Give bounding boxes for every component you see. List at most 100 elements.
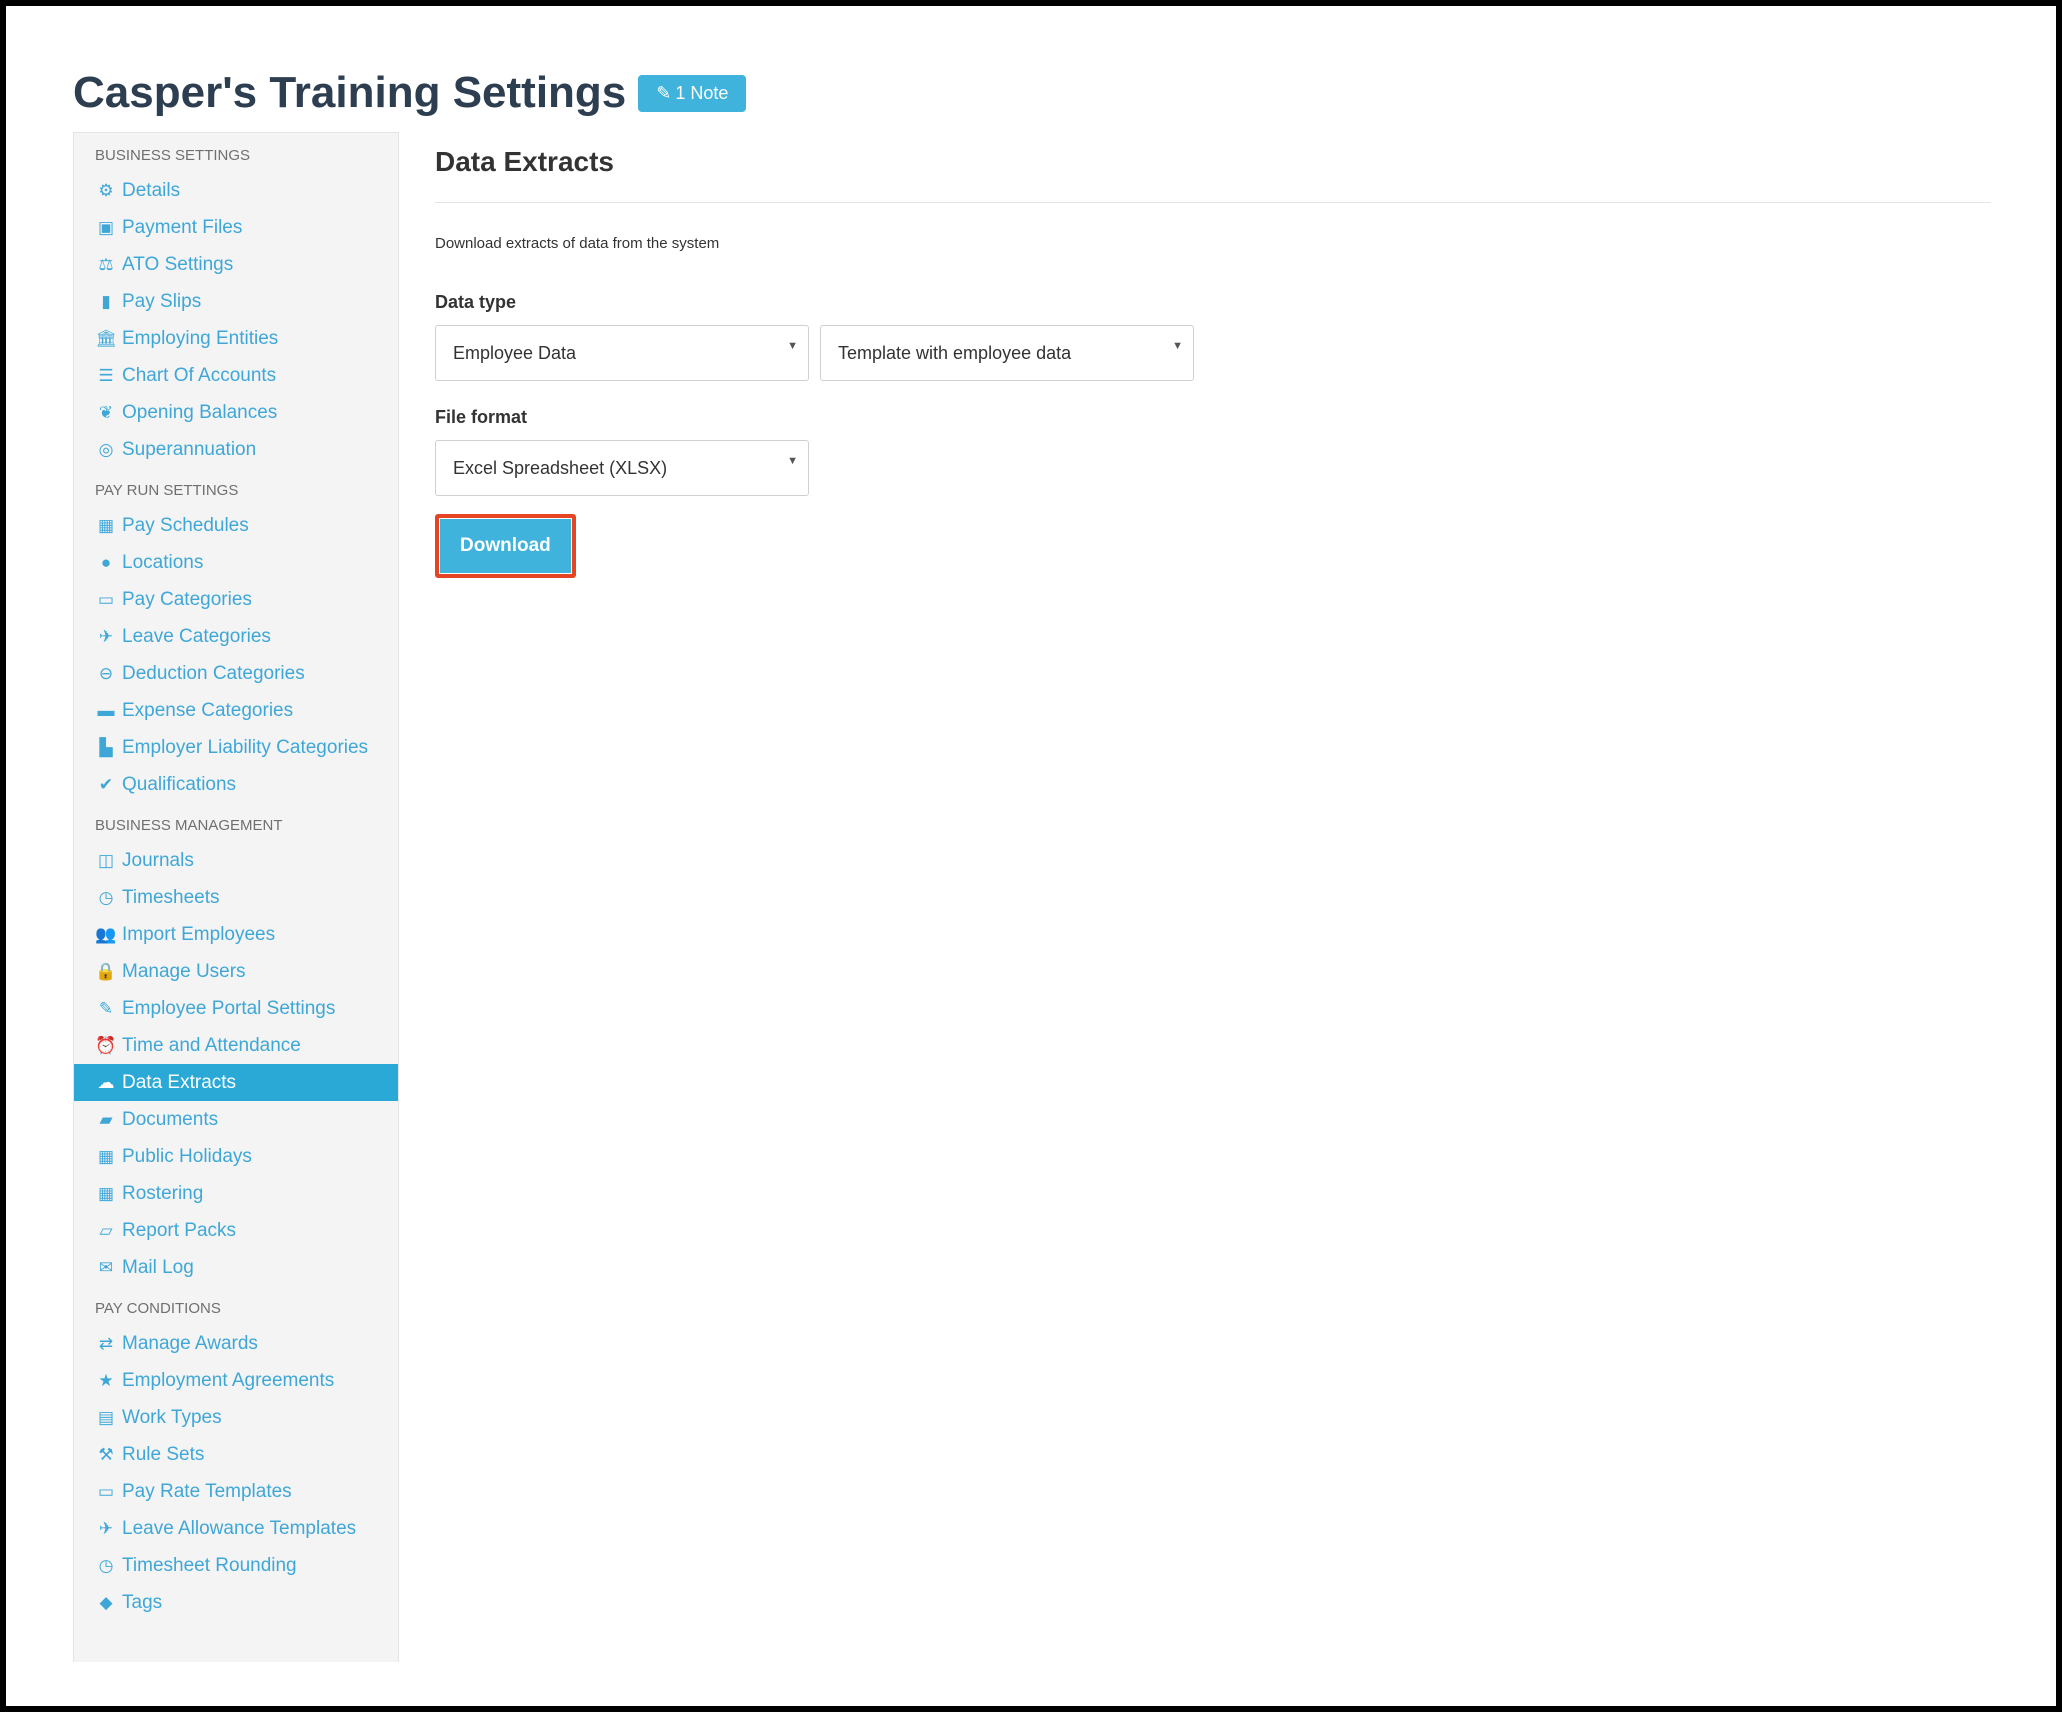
file-format-select[interactable]: Excel Spreadsheet (XLSX) ▼ xyxy=(435,440,809,496)
section-description: Download extracts of data from the syste… xyxy=(435,235,720,252)
sidebar-item-opening-balances[interactable]: ❦ Opening Balances xyxy=(74,394,398,431)
calendar-icon: ▦ xyxy=(97,1146,115,1166)
industry-icon: ▙ xyxy=(99,737,113,757)
cloud-download-icon: ☁ xyxy=(97,1072,115,1092)
template-value: Template with employee data xyxy=(838,342,1072,363)
sidebar-item-public-holidays[interactable]: ▦ Public Holidays xyxy=(74,1138,398,1175)
sidebar-item-label: Work Types xyxy=(122,1406,222,1428)
sidebar-item-data-extracts[interactable]: ☁ Data Extracts xyxy=(74,1064,398,1101)
sidebar-item-pay-slips[interactable]: ▮ Pay Slips xyxy=(74,283,398,320)
sidebar-item-label: Opening Balances xyxy=(122,401,278,423)
star-icon: ★ xyxy=(98,1370,114,1390)
clock-icon: ◷ xyxy=(98,887,114,907)
sidebar-item-deduction-categories[interactable]: ⊖ Deduction Categories xyxy=(74,655,398,692)
sidebar-item-work-types[interactable]: ▤ Work Types xyxy=(74,1399,398,1436)
sidebar-item-journals[interactable]: ◫ Journals xyxy=(74,842,398,879)
money-icon: ▭ xyxy=(97,1481,115,1501)
sidebar-item-rostering[interactable]: ▦ Rostering xyxy=(74,1175,398,1212)
sidebar-item-import-employees[interactable]: 👥 Import Employees xyxy=(74,916,398,953)
sidebar-item-employing-entities[interactable]: 🏛 Employing Entities xyxy=(74,320,398,357)
sidebar-item-leave-allowance-templates[interactable]: ✈ Leave Allowance Templates xyxy=(74,1510,398,1547)
sidebar-item-leave-categories[interactable]: ✈ Leave Categories xyxy=(74,618,398,655)
leaf-icon: ❦ xyxy=(98,402,114,422)
sidebar-item-mail-log[interactable]: ✉ Mail Log xyxy=(74,1249,398,1286)
data-type-value: Employee Data xyxy=(453,342,577,363)
check-icon: ✔ xyxy=(98,774,114,794)
sidebar-item-label: Manage Awards xyxy=(122,1332,258,1354)
list-icon: ☰ xyxy=(98,365,114,385)
archive-icon: ▬ xyxy=(97,700,115,720)
main-content: Data Extracts Download extracts of data … xyxy=(435,146,1991,578)
caret-down-icon: ▼ xyxy=(787,340,798,352)
sidebar-item-label: Pay Rate Templates xyxy=(122,1480,292,1502)
page-title: Casper's Training Settings ✎ 1 Note xyxy=(73,68,747,118)
sidebar-item-employee-portal-settings[interactable]: ✎ Employee Portal Settings xyxy=(74,990,398,1027)
sidebar-section-header: BUSINESS MANAGEMENT xyxy=(95,817,283,834)
sidebar-item-label: Data Extracts xyxy=(122,1071,237,1093)
sidebar-item-pay-categories[interactable]: ▭ Pay Categories xyxy=(74,581,398,618)
file-icon: ▮ xyxy=(101,291,111,311)
page-title-text: Casper's Training Settings xyxy=(73,68,627,117)
sidebar-item-label: Payment Files xyxy=(122,216,243,238)
bank-icon: 🏛 xyxy=(95,328,117,348)
sidebar-item-timesheet-rounding[interactable]: ◷ Timesheet Rounding xyxy=(74,1547,398,1584)
sidebar-item-qualifications[interactable]: ✔ Qualifications xyxy=(74,766,398,803)
sidebar-item-label: Deduction Categories xyxy=(122,662,305,684)
sidebar-item-label: Pay Slips xyxy=(122,290,202,312)
sidebar-item-label: Timesheet Rounding xyxy=(122,1554,297,1576)
magic-wand-icon: ✎ xyxy=(98,998,114,1018)
download-button-highlight: Download xyxy=(435,514,576,578)
sidebar-item-label: Journals xyxy=(122,849,194,871)
sidebar-item-locations[interactable]: ● Locations xyxy=(74,544,398,581)
sidebar-item-label: Tags xyxy=(122,1591,163,1613)
envelope-icon: ✉ xyxy=(98,1257,114,1277)
sidebar-item-label: Leave Allowance Templates xyxy=(122,1517,357,1539)
sidebar-item-label: Chart Of Accounts xyxy=(122,364,277,386)
columns-icon: ◫ xyxy=(97,850,115,870)
sidebar-item-rule-sets[interactable]: ⚒ Rule Sets xyxy=(74,1436,398,1473)
sidebar-item-manage-users[interactable]: 🔒 Manage Users xyxy=(74,953,398,990)
plane-icon: ✈ xyxy=(98,626,114,646)
sidebar-item-label: Pay Categories xyxy=(122,588,252,610)
edit-icon: ✎ xyxy=(656,82,672,103)
template-select[interactable]: Template with employee data ▼ xyxy=(820,325,1194,381)
globe-icon: ● xyxy=(100,552,112,572)
sidebar-item-documents[interactable]: ▰ Documents xyxy=(74,1101,398,1138)
sidebar-item-label: Rule Sets xyxy=(122,1443,205,1465)
sidebar-item-pay-rate-templates[interactable]: ▭ Pay Rate Templates xyxy=(74,1473,398,1510)
plane-icon: ✈ xyxy=(98,1518,114,1538)
caret-down-icon: ▼ xyxy=(787,455,798,467)
sidebar-section-header: BUSINESS SETTINGS xyxy=(95,147,251,164)
sidebar-item-label: Rostering xyxy=(122,1182,204,1204)
sidebar-item-label: Time and Attendance xyxy=(122,1034,301,1056)
sidebar-item-manage-awards[interactable]: ⇄ Manage Awards xyxy=(74,1325,398,1362)
sidebar-item-timesheets[interactable]: ◷ Timesheets xyxy=(74,879,398,916)
sidebar-item-label: Import Employees xyxy=(122,923,276,945)
sidebar-item-payment-files[interactable]: ▣ Payment Files xyxy=(74,209,398,246)
sidebar-item-tags[interactable]: ◆ Tags xyxy=(74,1584,398,1621)
sidebar-item-expense-categories[interactable]: ▬ Expense Categories xyxy=(74,692,398,729)
sidebar-item-chart-of-accounts[interactable]: ☰ Chart Of Accounts xyxy=(74,357,398,394)
sidebar-item-superannuation[interactable]: ◎ Superannuation xyxy=(74,431,398,468)
money-icon: ▭ xyxy=(97,589,115,609)
app-window: Casper's Training Settings ✎ 1 Note BUSI… xyxy=(6,6,2056,1706)
note-badge-label: 1 Note xyxy=(675,82,729,103)
download-button[interactable]: Download xyxy=(440,519,571,573)
sidebar-item-label: Leave Categories xyxy=(122,625,271,647)
sidebar-item-pay-schedules[interactable]: ▦ Pay Schedules xyxy=(74,507,398,544)
gear-icon: ⚙ xyxy=(98,180,114,200)
sidebar-item-report-packs[interactable]: ▱ Report Packs xyxy=(74,1212,398,1249)
sidebar-item-label: Qualifications xyxy=(122,773,237,795)
sidebar-section-header: PAY CONDITIONS xyxy=(95,1300,221,1317)
data-type-select[interactable]: Employee Data ▼ xyxy=(435,325,809,381)
tag-icon: ◆ xyxy=(99,1592,113,1612)
sidebar-item-ato-settings[interactable]: ⚖ ATO Settings xyxy=(74,246,398,283)
sidebar-item-employer-liability-categories[interactable]: ▙ Employer Liability Categories xyxy=(74,729,398,766)
sidebar-item-employment-agreements[interactable]: ★ Employment Agreements xyxy=(74,1362,398,1399)
file-format-label: File format xyxy=(435,407,528,427)
sidebar-item-details[interactable]: ⚙ Details xyxy=(74,172,398,209)
calendar-grid-icon: ▦ xyxy=(97,1183,115,1203)
sidebar-item-time-and-attendance[interactable]: ⏰ Time and Attendance xyxy=(74,1027,398,1064)
exchange-icon: ⇄ xyxy=(98,1333,114,1353)
note-badge[interactable]: ✎ 1 Note xyxy=(638,74,747,112)
